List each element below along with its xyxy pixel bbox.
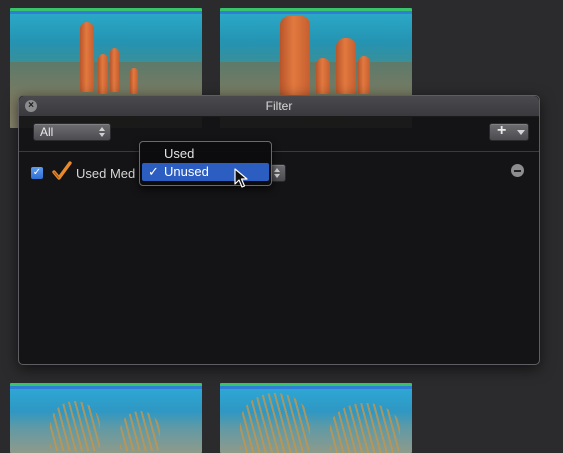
menu-item-label: Used [164, 146, 195, 161]
clip-thumbnail[interactable] [220, 383, 412, 453]
rule-enabled-checkbox[interactable]: ✓ [31, 167, 43, 179]
updown-arrows-icon [99, 126, 105, 138]
menu-item-unused[interactable]: ✓ Unused [142, 163, 269, 181]
clip-image [10, 389, 202, 453]
match-type-value: All [40, 125, 54, 139]
match-type-select[interactable]: All [33, 123, 111, 141]
remove-rule-button[interactable] [511, 164, 524, 177]
orange-checkmark-icon [52, 161, 72, 180]
window-title: Filter [265, 99, 293, 113]
menu-item-label: Unused [164, 164, 209, 179]
chevron-down-icon [517, 130, 525, 135]
checkmark-icon: ✓ [148, 164, 159, 179]
title-bar[interactable]: × Filter [19, 96, 539, 117]
filter-window: × Filter All + ✓ Used Med [18, 95, 540, 365]
mouse-cursor-icon [234, 168, 248, 188]
rule-value-menu: Used ✓ Unused [139, 141, 272, 186]
divider [19, 151, 539, 152]
rule-label: Used Med [76, 166, 136, 181]
menu-item-used[interactable]: Used [142, 145, 269, 163]
plus-icon: + [497, 122, 507, 139]
add-rule-button[interactable]: + [489, 123, 529, 141]
updown-arrows-icon [274, 167, 280, 179]
clip-thumbnail[interactable] [10, 383, 202, 453]
